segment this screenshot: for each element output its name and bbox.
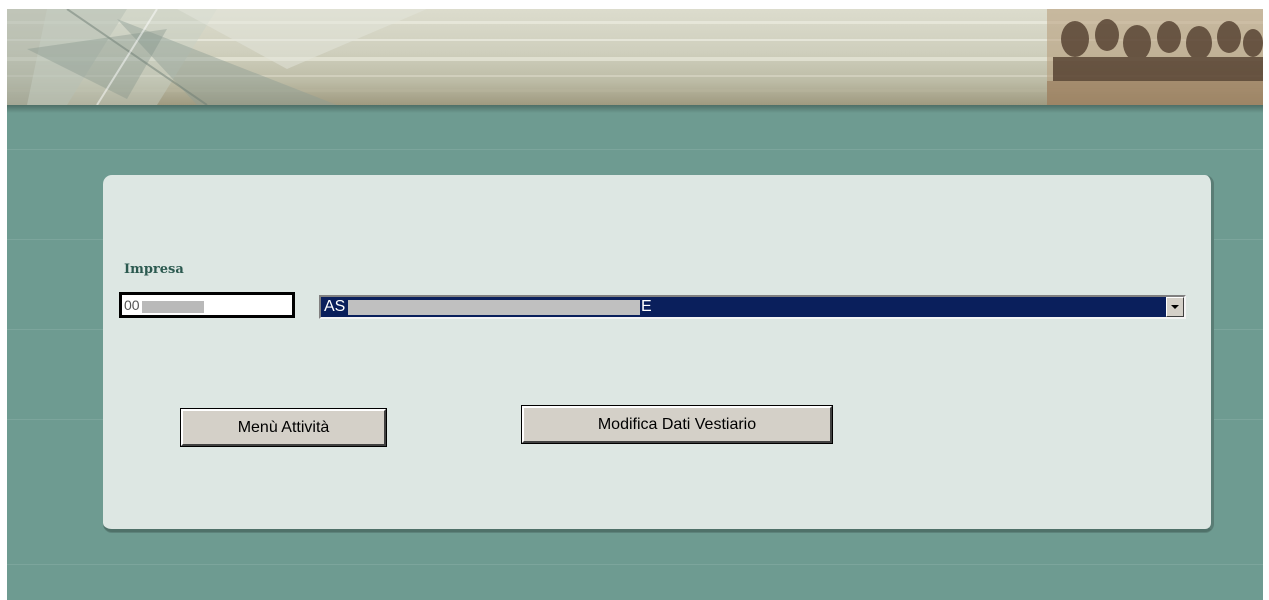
- background-texture-line: [7, 564, 1263, 565]
- company-select-value-prefix: AS: [324, 298, 346, 315]
- header-banner: [7, 9, 1263, 105]
- modifica-dati-vestiario-button[interactable]: Modifica Dati Vestiario: [521, 405, 833, 444]
- banner-image: [7, 9, 1263, 105]
- application-window: Impresa AS E Menù Attività Modifica Dati…: [7, 9, 1263, 600]
- banner-shadow: [7, 105, 1263, 113]
- redacted-company-name-mask: [348, 300, 640, 315]
- chevron-down-icon: [1171, 305, 1179, 309]
- menu-attivita-button[interactable]: Menù Attività: [180, 408, 387, 447]
- impresa-label: Impresa: [124, 262, 184, 277]
- dropdown-button[interactable]: [1166, 297, 1184, 317]
- impresa-form-panel: Impresa AS E Menù Attività Modifica Dati…: [103, 175, 1214, 532]
- company-select-value-suffix: E: [641, 298, 652, 315]
- redacted-code-mask: [142, 301, 204, 313]
- background-texture-line: [7, 149, 1263, 150]
- company-select[interactable]: AS E: [319, 295, 1186, 319]
